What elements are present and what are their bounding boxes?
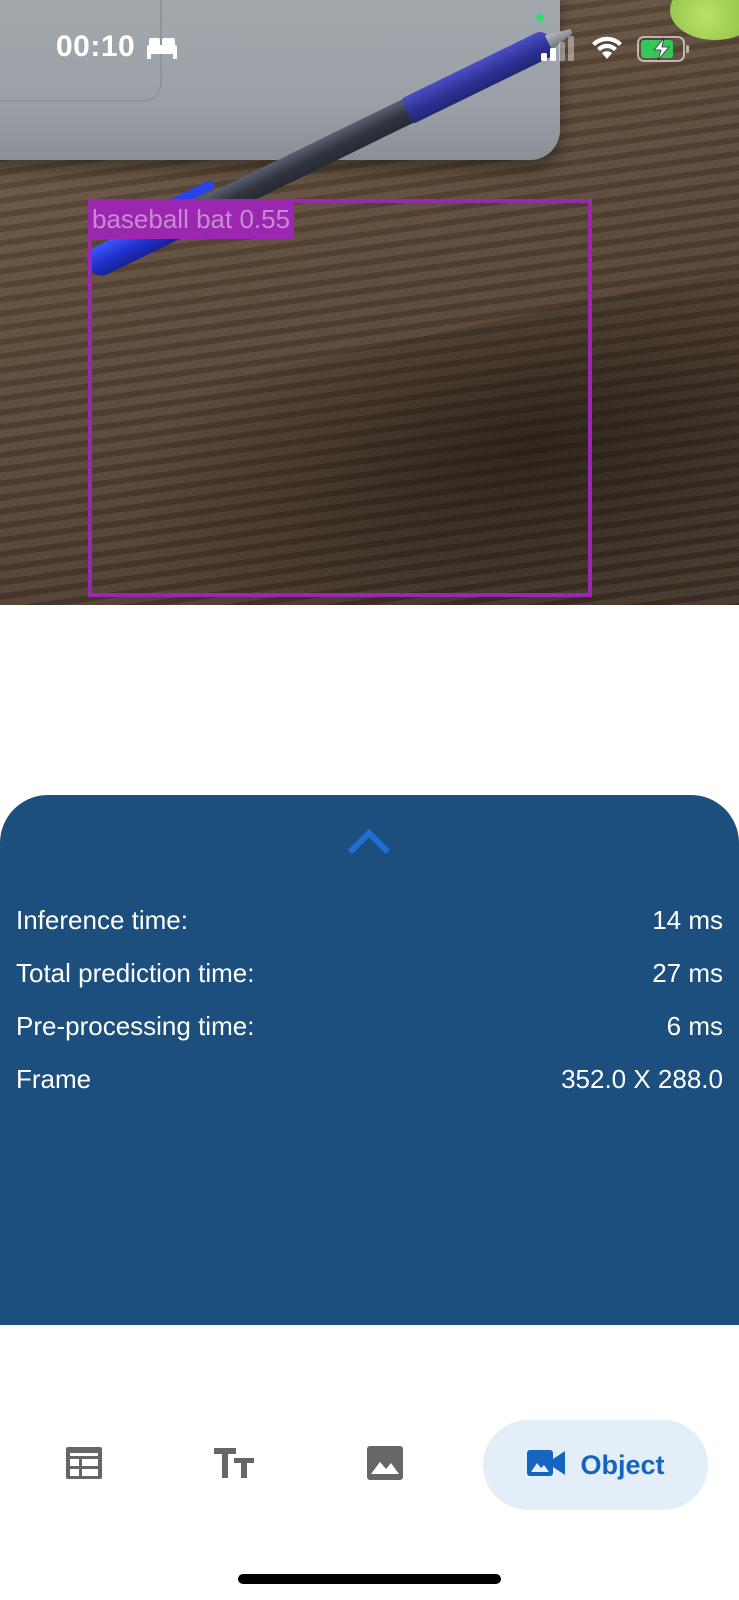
- home-indicator[interactable]: [238, 1574, 501, 1584]
- row-label: Total prediction time:: [16, 957, 255, 988]
- detection-box: [88, 199, 592, 597]
- frame-row: Frame 352.0 X 288.0: [16, 1059, 723, 1099]
- row-value: 352.0 X 288.0: [561, 1063, 723, 1094]
- nav-table-tab[interactable]: [48, 1420, 120, 1510]
- inference-time-row: Inference time: 14 ms: [16, 900, 723, 940]
- detection-label: baseball bat 0.55: [88, 199, 295, 239]
- row-value: 6 ms: [666, 1010, 723, 1041]
- battery-charging-icon: [637, 35, 691, 68]
- row-value: 14 ms: [652, 904, 723, 935]
- chevron-up-icon[interactable]: [346, 826, 392, 861]
- bed-icon: [145, 35, 179, 59]
- nav-object-tab[interactable]: Object: [483, 1420, 708, 1510]
- status-bar: 00:10: [0, 0, 739, 100]
- row-label: Pre-processing time:: [16, 1010, 255, 1041]
- preprocessing-time-row: Pre-processing time: 6 ms: [16, 1006, 723, 1046]
- table-icon: [64, 1445, 104, 1486]
- bottom-nav: Object: [0, 1420, 739, 1530]
- privacy-indicator: [536, 14, 544, 22]
- text-icon: [212, 1446, 256, 1485]
- nav-image-tab[interactable]: [349, 1420, 421, 1510]
- total-prediction-time-row: Total prediction time: 27 ms: [16, 953, 723, 993]
- signal-icon: [541, 36, 577, 67]
- nav-object-label: Object: [580, 1449, 665, 1480]
- row-label: Inference time:: [16, 904, 188, 935]
- status-time: 00:10: [56, 30, 136, 63]
- videocam-icon: [526, 1448, 566, 1483]
- nav-text-tab[interactable]: [198, 1420, 270, 1510]
- wifi-icon: [590, 35, 624, 66]
- image-icon: [365, 1444, 405, 1487]
- row-value: 27 ms: [652, 957, 723, 988]
- row-label: Frame: [16, 1063, 92, 1094]
